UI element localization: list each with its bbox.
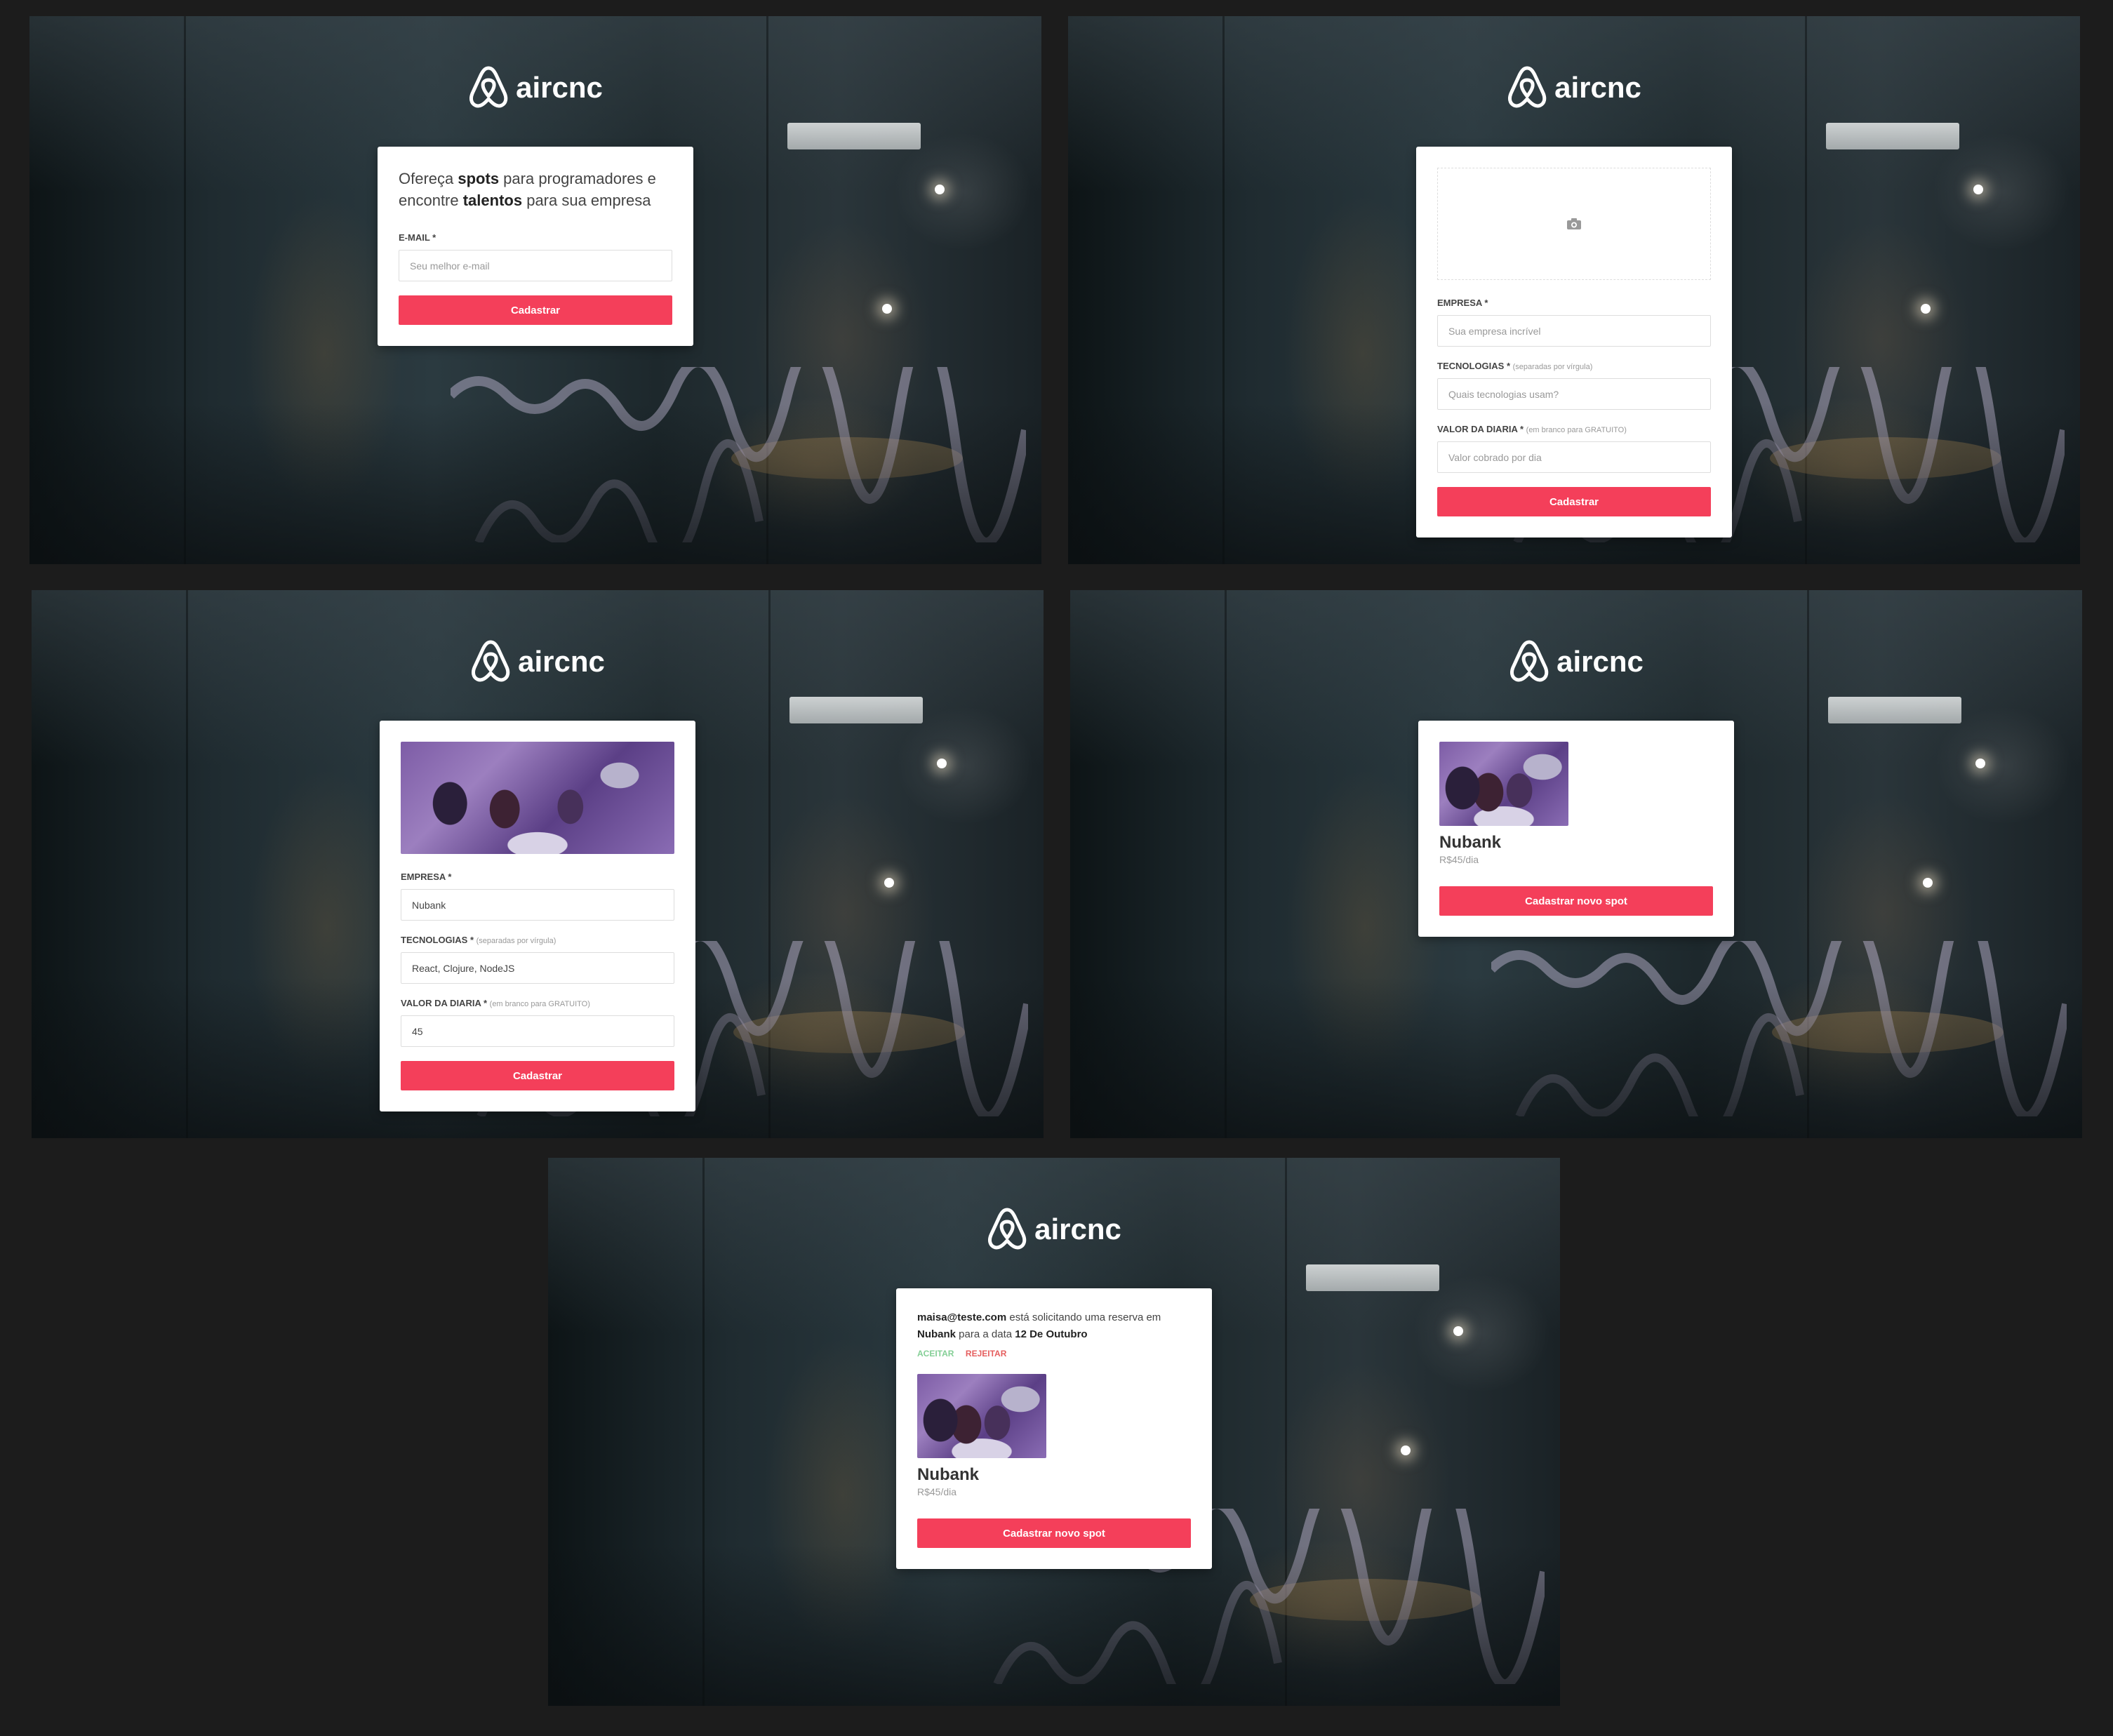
spot-price: R$45/dia: [917, 1486, 957, 1497]
new-spot-button[interactable]: Cadastrar novo spot: [1439, 886, 1713, 916]
logo: aircnc: [470, 639, 605, 684]
intro-text: Ofereça spots para programadores e encon…: [399, 170, 656, 209]
techs-label: TECNOLOGIAS * (separadas por vírgula): [401, 935, 556, 945]
airbnb-logo-icon: [987, 1207, 1027, 1252]
email-label: E-MAIL *: [399, 232, 436, 243]
ceiling-light: [1975, 759, 1985, 768]
airbnb-logo-icon: [1509, 639, 1549, 684]
ceiling-light: [935, 185, 945, 194]
spot-item[interactable]: Nubank R$45/dia: [1439, 742, 1713, 865]
camera-icon: [1567, 218, 1581, 229]
price-label: VALOR DA DIARIA * (em branco para GRATUI…: [401, 998, 590, 1008]
price-hint: (em branco para GRATUITO): [1526, 426, 1627, 434]
techs-field[interactable]: [1437, 378, 1711, 410]
spot-thumbnail: [917, 1374, 1046, 1458]
new-spot-card: EMPRESA * TECNOLOGIAS * (separadas por v…: [380, 721, 695, 1111]
company-field[interactable]: [401, 889, 674, 921]
screen-dashboard: aircnc Nubank R$45/dia Cadastrar novo sp…: [1070, 590, 2082, 1138]
logo-text: aircnc: [1554, 71, 1641, 104]
accept-button[interactable]: ACEITAR: [917, 1349, 954, 1358]
booking-actions: ACEITAR REJEITAR: [917, 1347, 1191, 1360]
techs-label: TECNOLOGIAS * (separadas por vírgula): [1437, 361, 1593, 371]
logo-text: aircnc: [1034, 1213, 1121, 1246]
price-field[interactable]: [1437, 441, 1711, 473]
new-spot-card: EMPRESA * TECNOLOGIAS * (separadas por v…: [1416, 147, 1732, 538]
techs-hint: (separadas por vírgula): [1512, 363, 1593, 371]
ceiling-light: [1923, 878, 1933, 888]
dashboard-card: maisa@teste.com está solicitando uma res…: [896, 1288, 1212, 1569]
submit-button[interactable]: Cadastrar: [1437, 487, 1711, 516]
logo-text: aircnc: [518, 645, 605, 678]
booking-request-text: maisa@teste.com está solicitando uma res…: [917, 1311, 1161, 1340]
submit-button[interactable]: Cadastrar: [401, 1061, 674, 1090]
air-conditioner: [1306, 1264, 1439, 1291]
ceiling-light: [884, 878, 894, 888]
price-label: VALOR DA DIARIA * (em branco para GRATUI…: [1437, 424, 1627, 434]
airbnb-logo-icon: [468, 65, 509, 110]
logo-text: aircnc: [1557, 645, 1644, 678]
air-conditioner: [1826, 123, 1959, 149]
logo-text: aircnc: [516, 71, 603, 104]
login-card: Ofereça spots para programadores e encon…: [378, 147, 693, 346]
thumbnail-upload[interactable]: [1437, 168, 1711, 280]
air-conditioner: [787, 123, 921, 149]
ceiling-light: [1401, 1445, 1411, 1455]
dashboard-card: Nubank R$45/dia Cadastrar novo spot: [1418, 721, 1734, 937]
spot-name: Nubank: [917, 1465, 980, 1484]
logo: aircnc: [1509, 639, 1644, 684]
airbnb-logo-icon: [1507, 65, 1547, 110]
logo: aircnc: [468, 65, 603, 110]
air-conditioner: [1828, 697, 1961, 723]
ceiling-light: [937, 759, 947, 768]
techs-hint: (separadas por vírgula): [476, 937, 556, 945]
spot-name: Nubank: [1439, 833, 1502, 852]
price-hint: (em branco para GRATUITO): [489, 1000, 590, 1008]
screen-new-spot-empty: aircnc EMPRESA * TECNOLOGIAS * (separada…: [1068, 16, 2080, 564]
thumbnail-preview[interactable]: [401, 742, 674, 854]
ceiling-light: [1453, 1326, 1463, 1336]
ceiling-light: [882, 304, 892, 314]
air-conditioner: [789, 697, 923, 723]
screen-new-spot-filled: aircnc EMPRESA * TECNOLOGIAS * (separada…: [32, 590, 1044, 1138]
reject-button[interactable]: REJEITAR: [966, 1349, 1006, 1358]
spot-item[interactable]: Nubank R$45/dia: [917, 1374, 1191, 1497]
company-field[interactable]: [1437, 315, 1711, 347]
screen-dashboard-request: aircnc maisa@teste.com está solicitando …: [548, 1158, 1560, 1706]
spot-thumbnail: [1439, 742, 1568, 826]
company-label: EMPRESA *: [401, 872, 452, 882]
airbnb-logo-icon: [470, 639, 511, 684]
submit-button[interactable]: Cadastrar: [399, 295, 672, 325]
background-floor: [1070, 977, 2082, 1138]
logo: aircnc: [1507, 65, 1641, 110]
logo: aircnc: [987, 1207, 1121, 1252]
screen-login: aircnc Ofereça spots para programadores …: [29, 16, 1041, 564]
company-label: EMPRESA *: [1437, 298, 1488, 308]
background-floor: [29, 403, 1041, 564]
ceiling-light: [1921, 304, 1931, 314]
ceiling-light: [1973, 185, 1983, 194]
spot-price: R$45/dia: [1439, 854, 1479, 865]
new-spot-button[interactable]: Cadastrar novo spot: [917, 1518, 1191, 1548]
techs-field[interactable]: [401, 952, 674, 984]
email-field[interactable]: [399, 250, 672, 281]
price-field[interactable]: [401, 1015, 674, 1047]
